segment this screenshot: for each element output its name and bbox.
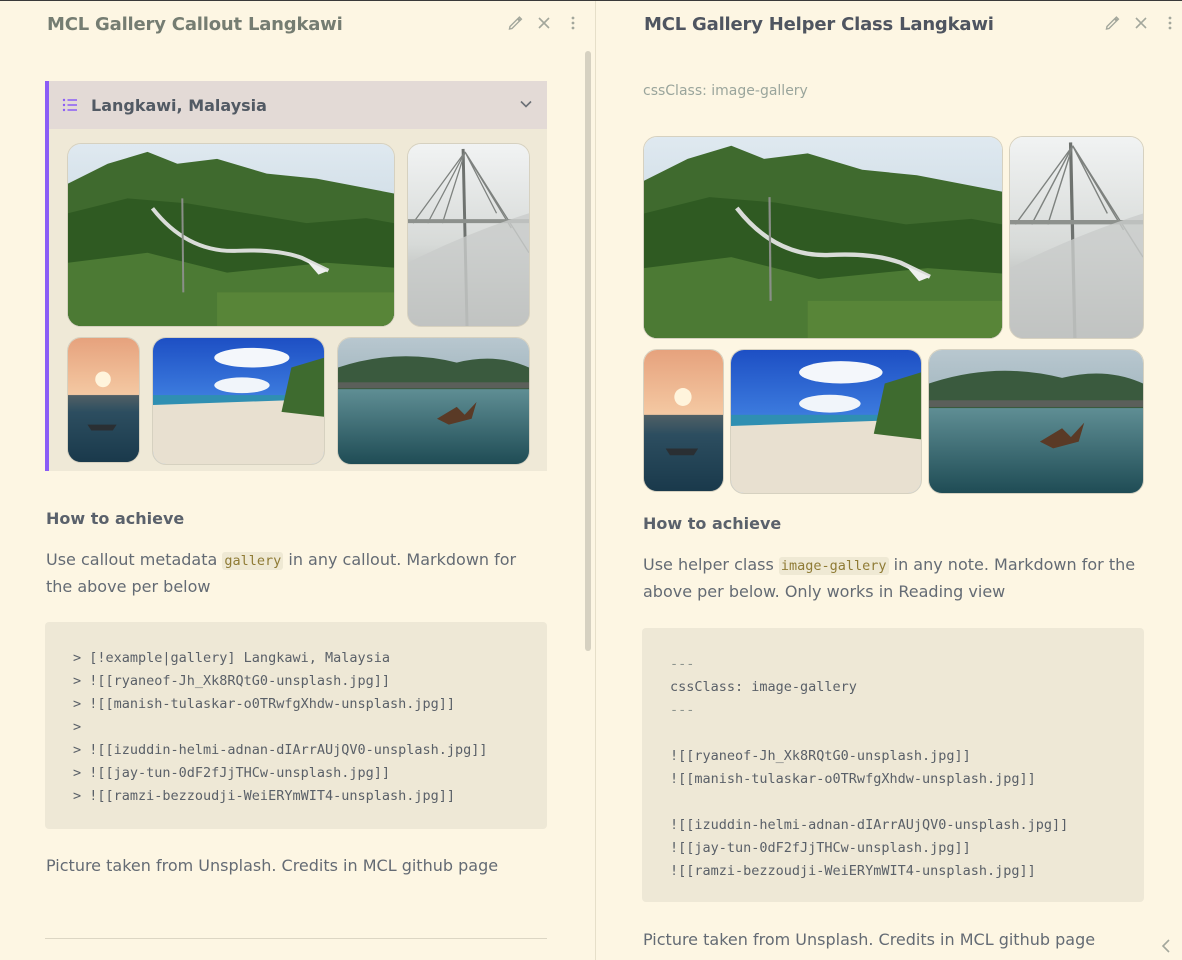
close-icon[interactable] bbox=[534, 13, 554, 35]
gallery-image-skybridge[interactable] bbox=[67, 143, 395, 327]
callout-title: Langkawi, Malaysia bbox=[91, 95, 267, 115]
chevron-left-icon[interactable] bbox=[1158, 936, 1174, 956]
left-scrollbar[interactable] bbox=[585, 51, 591, 651]
right-pane-title: MCL Gallery Helper Class Langkawi bbox=[644, 14, 994, 35]
right-pane: MCL Gallery Helper Class Langkawi cssCla… bbox=[596, 1, 1182, 960]
code-line: > ![[manish-tulaskar-o0TRwfgXhdw-unsplas… bbox=[73, 696, 456, 712]
list-icon bbox=[62, 98, 77, 112]
right-paragraph: Use helper class image-gallery in any no… bbox=[643, 552, 1143, 605]
gallery-image-beach[interactable] bbox=[152, 337, 325, 465]
code-line: ![[izuddin-helmi-adnan-dIArrAUjQV0-unspl… bbox=[670, 817, 1069, 833]
gallery-image-skybridge[interactable] bbox=[643, 136, 1003, 339]
left-heading: How to achieve bbox=[46, 509, 185, 528]
close-icon[interactable] bbox=[1131, 13, 1151, 35]
right-code-block[interactable]: --- cssClass: image-gallery --- ![[ryaneof-… bbox=[642, 628, 1144, 902]
gallery-image-sunset[interactable] bbox=[643, 349, 724, 492]
gallery-image-beach[interactable] bbox=[730, 349, 922, 494]
code-line: > bbox=[73, 719, 82, 735]
left-paragraph-text: Use callout metadata bbox=[46, 550, 223, 569]
gallery-image-eagle[interactable] bbox=[337, 337, 530, 465]
frontmatter-property: cssClass: image-gallery bbox=[643, 83, 808, 99]
left-code-block[interactable]: > [!example|gallery] Langkawi, Malaysia >… bbox=[45, 622, 547, 829]
chevron-down-icon[interactable] bbox=[517, 95, 535, 113]
right-heading: How to achieve bbox=[643, 514, 782, 533]
code-line: ![[ryaneof-Jh_Xk8RQtG0-unsplash.jpg]] bbox=[670, 748, 971, 764]
code-line: > ![[ryaneof-Jh_Xk8RQtG0-unsplash.jpg]] bbox=[73, 673, 390, 689]
pencil-icon[interactable] bbox=[505, 13, 525, 35]
callout-title-bar[interactable]: Langkawi, Malaysia bbox=[49, 81, 547, 129]
left-footer: Picture taken from Unsplash. Credits in … bbox=[46, 856, 499, 875]
left-pane-title: MCL Gallery Callout Langkawi bbox=[47, 14, 343, 35]
more-vertical-icon[interactable] bbox=[563, 13, 583, 35]
pencil-icon[interactable] bbox=[1102, 13, 1122, 35]
gallery-image-bridge-pylon[interactable] bbox=[1009, 136, 1144, 339]
left-paragraph: Use callout metadata gallery in any call… bbox=[46, 547, 546, 600]
left-divider bbox=[45, 938, 547, 939]
code-line: > ![[izuddin-helmi-adnan-dIArrAUjQV0-uns… bbox=[73, 742, 488, 758]
code-line: > ![[ramzi-bezzoudji-WeiERYmWIT4-unsplas… bbox=[73, 788, 456, 804]
right-pane-header: MCL Gallery Helper Class Langkawi bbox=[596, 1, 1182, 47]
code-line: ![[ramzi-bezzoudji-WeiERYmWIT4-unsplash.… bbox=[670, 863, 1036, 879]
left-pane-header: MCL Gallery Callout Langkawi bbox=[0, 1, 595, 47]
gallery-image-eagle[interactable] bbox=[928, 349, 1144, 494]
inline-code-gallery: gallery bbox=[222, 552, 284, 570]
code-line: > ![[jay-tun-0dF2fJjTHCw-unsplash.jpg]] bbox=[73, 765, 390, 781]
more-vertical-icon[interactable] bbox=[1160, 13, 1180, 35]
right-footer: Picture taken from Unsplash. Credits in … bbox=[643, 930, 1096, 949]
code-line: > [!example|gallery] Langkawi, Malaysia bbox=[73, 650, 390, 666]
code-line: ![[jay-tun-0dF2fJjTHCw-unsplash.jpg]] bbox=[670, 840, 971, 856]
right-paragraph-text: Use helper class bbox=[643, 555, 779, 574]
gallery-image-sunset[interactable] bbox=[67, 337, 140, 463]
code-line: ![[manish-tulaskar-o0TRwfgXhdw-unsplash.… bbox=[670, 771, 1036, 787]
left-pane: MCL Gallery Callout Langkawi Langkawi, M… bbox=[0, 1, 595, 960]
code-line: --- bbox=[670, 702, 695, 718]
inline-code-image-gallery: image-gallery bbox=[778, 557, 889, 575]
code-line: --- bbox=[670, 656, 695, 672]
gallery-image-bridge-pylon[interactable] bbox=[407, 143, 530, 327]
code-line: cssClass: image-gallery bbox=[670, 679, 857, 695]
